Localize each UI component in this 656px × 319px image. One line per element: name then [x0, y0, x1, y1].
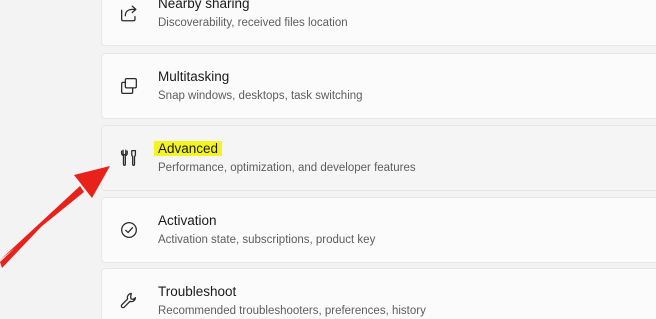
- settings-item-title: Troubleshoot: [158, 284, 237, 299]
- settings-item-title: Advanced: [154, 140, 416, 158]
- highlighted-title: Advanced: [154, 141, 223, 156]
- settings-page: Nearby sharing Discoverability, received…: [0, 0, 656, 319]
- settings-item-subtitle: Discoverability, received files location: [158, 17, 348, 29]
- arrow-shaft: [0, 186, 84, 260]
- settings-item-activation[interactable]: Activation Activation state, subscriptio…: [101, 197, 656, 263]
- share-icon: [118, 2, 140, 24]
- tools-icon: [118, 147, 140, 169]
- settings-item-title: Nearby sharing: [158, 0, 250, 11]
- checkmark-circle-icon: [118, 219, 140, 241]
- settings-item-title: Multitasking: [158, 69, 230, 84]
- settings-item-advanced[interactable]: Advanced Performance, optimization, and …: [101, 125, 656, 191]
- settings-item-multitasking[interactable]: Multitasking Snap windows, desktops, tas…: [101, 53, 656, 119]
- multitasking-icon: [118, 75, 140, 97]
- settings-item-subtitle: Snap windows, desktops, task switching: [158, 90, 363, 102]
- settings-item-title: Activation: [158, 213, 217, 228]
- settings-item-subtitle: Performance, optimization, and developer…: [158, 162, 416, 174]
- arrow-shaft-lower: [0, 188, 78, 268]
- settings-item-subtitle: Activation state, subscriptions, product…: [158, 234, 376, 246]
- settings-item-nearby-sharing[interactable]: Nearby sharing Discoverability, received…: [101, 0, 656, 46]
- wrench-icon: [118, 290, 140, 312]
- settings-item-subtitle: Recommended troubleshooters, preferences…: [158, 305, 426, 317]
- settings-item-troubleshoot[interactable]: Troubleshoot Recommended troubleshooters…: [101, 268, 656, 319]
